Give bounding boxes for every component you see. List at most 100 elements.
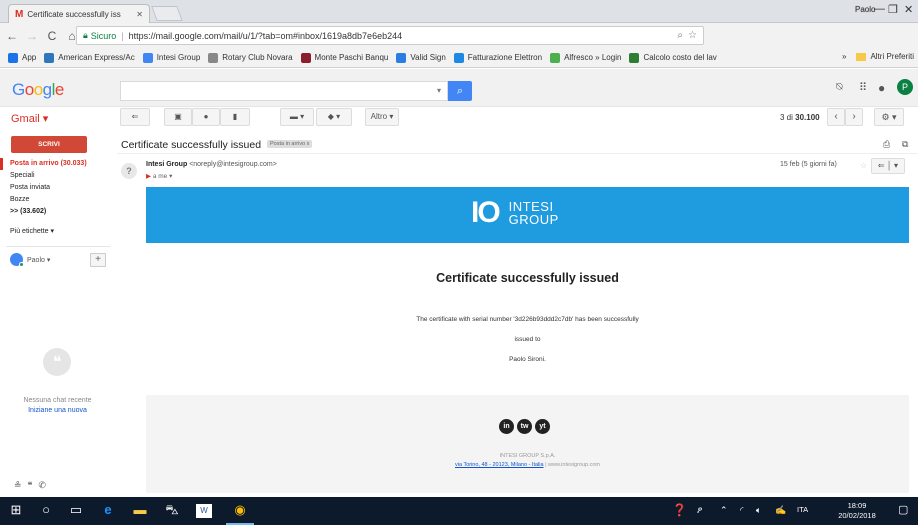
- wifi-icon[interactable]: ◜: [740, 505, 744, 516]
- footer-website[interactable]: www.intesigroup.com: [548, 462, 600, 468]
- gmail-app-switcher[interactable]: Gmail ▾: [11, 112, 48, 125]
- minimize-icon[interactable]: —: [874, 3, 885, 15]
- window-profile-name[interactable]: Paolo: [855, 5, 875, 14]
- new-tab-button[interactable]: [151, 6, 183, 21]
- alfresco-icon: [550, 52, 561, 63]
- store-icon[interactable]: ⛍: [160, 502, 184, 520]
- bookmark-item[interactable]: Fatturazione Elettron: [453, 52, 542, 63]
- logo-line-2: GROUP: [508, 212, 559, 227]
- print-icon[interactable]: ⎙: [883, 139, 890, 150]
- bookmark-item[interactable]: Alfresco » Login: [550, 52, 621, 63]
- help-icon[interactable]: ❓: [672, 503, 687, 517]
- search-button[interactable]: ⌕: [448, 81, 472, 101]
- labels-button[interactable]: ◆ ▾: [316, 108, 352, 126]
- google-logo[interactable]: Google: [12, 80, 64, 100]
- start-new-chat-link[interactable]: Iniziane una nuova: [0, 406, 115, 416]
- sidebar-item[interactable]: >> (33.602): [0, 206, 110, 218]
- twitter-icon[interactable]: tw: [517, 419, 532, 434]
- sidebar-item[interactable]: Speciali: [0, 170, 110, 182]
- footer-address[interactable]: via Torino, 48 - 20123, Milano - Italia: [455, 462, 544, 468]
- close-window-icon[interactable]: ✕: [904, 3, 913, 16]
- browser-tab[interactable]: M Certificate successfully iss ✕: [8, 4, 150, 23]
- notifications-icon[interactable]: ▢: [898, 503, 908, 516]
- tray-expand-icon[interactable]: ⌃: [720, 505, 728, 516]
- settings-button[interactable]: ⚙ ▾: [874, 108, 904, 126]
- mail-search-input[interactable]: ▾: [120, 81, 448, 101]
- system-clock[interactable]: 18:09 20/02/2018: [837, 501, 877, 521]
- sidebar-item[interactable]: Posta inviata: [0, 182, 110, 194]
- archive-button[interactable]: ▣: [164, 108, 192, 126]
- older-button[interactable]: ›: [845, 108, 863, 126]
- check-icon: [396, 52, 407, 63]
- back-to-inbox-button[interactable]: ⇐: [120, 108, 150, 126]
- address-input[interactable]: 🔒︎ Sicuro | https://mail.google.com/mail…: [76, 26, 704, 45]
- volume-icon[interactable]: 🔈︎: [756, 505, 761, 516]
- notifications-off-icon[interactable]: ⍉: [836, 81, 843, 94]
- bookmark-item[interactable]: Intesi Group: [142, 52, 200, 63]
- zoom-icon[interactable]: ⌕: [677, 30, 683, 41]
- chat-status[interactable]: Paolo ▾: [10, 253, 50, 267]
- bookmark-item[interactable]: Monte Paschi Banqu: [300, 52, 389, 63]
- clock-date: 20/02/2018: [838, 511, 876, 520]
- windows-start-icon[interactable]: ⊞: [4, 502, 28, 518]
- linkedin-icon[interactable]: in: [499, 419, 514, 434]
- more-button[interactable]: Altro ▾: [365, 108, 399, 126]
- back-icon[interactable]: ←: [4, 29, 20, 43]
- star-icon[interactable]: ☆: [860, 161, 867, 170]
- people-icon[interactable]: ዖ: [697, 505, 702, 516]
- bookmark-item[interactable]: App: [8, 52, 36, 63]
- pen-icon[interactable]: ✍: [775, 505, 786, 516]
- reload-icon[interactable]: C: [44, 29, 60, 43]
- message-subject: Certificate successfully issued: [121, 139, 262, 151]
- sender-line[interactable]: Intesi Group <noreply@intesigroup.com>: [146, 161, 277, 168]
- phone-icon[interactable]: ✆: [38, 480, 52, 490]
- hangouts-icon[interactable]: ❝: [28, 480, 39, 490]
- recipient-line[interactable]: ▶ a me ▾: [146, 172, 172, 180]
- reply-icon: ⇐ │ ▾: [877, 161, 899, 170]
- restore-icon[interactable]: ❐: [888, 3, 898, 16]
- delete-button[interactable]: ▮: [220, 108, 250, 126]
- footer-company: INTESI GROUP S.p.A.: [499, 453, 556, 459]
- circle-icon: [453, 52, 464, 63]
- body-line-3: Paolo Sironi.: [509, 356, 546, 363]
- apps-grid-icon[interactable]: ⠿: [859, 81, 867, 94]
- edge-icon[interactable]: e: [96, 502, 120, 517]
- recipient: a me: [152, 173, 168, 180]
- search-options-icon[interactable]: ▾: [437, 86, 441, 95]
- sidebar-item[interactable]: Bozze: [0, 194, 110, 206]
- chrome-icon[interactable]: ◉: [228, 502, 252, 518]
- task-view-icon[interactable]: ▭: [64, 502, 88, 518]
- sidebar-divider: [6, 246, 110, 247]
- newer-button[interactable]: ‹: [827, 108, 845, 126]
- bookmark-item[interactable]: Rotary Club Novara: [208, 52, 293, 63]
- bookmark-star-icon[interactable]: ☆: [688, 30, 697, 41]
- inbox-label-badge[interactable]: Posta in arrivo x: [267, 140, 313, 148]
- details-toggle-icon[interactable]: ▾: [169, 173, 172, 180]
- new-chat-button[interactable]: +: [90, 253, 106, 267]
- bookmark-item[interactable]: Valid Sign: [396, 52, 446, 63]
- account-circle-icon[interactable]: ●: [878, 81, 885, 95]
- account-avatar[interactable]: P: [897, 79, 913, 95]
- forward-icon[interactable]: →: [24, 29, 40, 43]
- other-bookmarks[interactable]: Altri Preferiti: [870, 52, 914, 61]
- language-indicator[interactable]: ITA: [797, 505, 808, 514]
- online-dot: [19, 262, 24, 267]
- word-icon[interactable]: W: [196, 504, 212, 518]
- sidebar-item[interactable]: Posta in arrivo (30.033): [0, 158, 110, 170]
- apps-icon: [8, 52, 18, 63]
- report-spam-button[interactable]: ●: [192, 108, 220, 126]
- youtube-icon[interactable]: yt: [535, 419, 550, 434]
- reply-button[interactable]: ⇐ │ ▾: [871, 158, 905, 174]
- move-to-button[interactable]: ▬ ▾: [280, 108, 314, 126]
- close-tab-icon[interactable]: ✕: [136, 10, 143, 19]
- cortana-icon[interactable]: ○: [34, 502, 58, 517]
- bookmarks-more-button[interactable]: »: [842, 52, 846, 61]
- bookmark-item[interactable]: Calcolo costo del lav: [629, 52, 717, 63]
- new-window-icon[interactable]: ⧉: [902, 139, 908, 150]
- compose-button[interactable]: SCRIVI: [11, 136, 87, 153]
- sidebar-item[interactable]: Più etichette ▾: [0, 226, 110, 238]
- bookmark-item[interactable]: American Express/Ac: [44, 52, 135, 63]
- bookmark-label: Monte Paschi Banqu: [314, 53, 389, 62]
- file-explorer-icon[interactable]: ▬: [128, 502, 152, 517]
- contacts-icon[interactable]: ≗: [14, 480, 28, 490]
